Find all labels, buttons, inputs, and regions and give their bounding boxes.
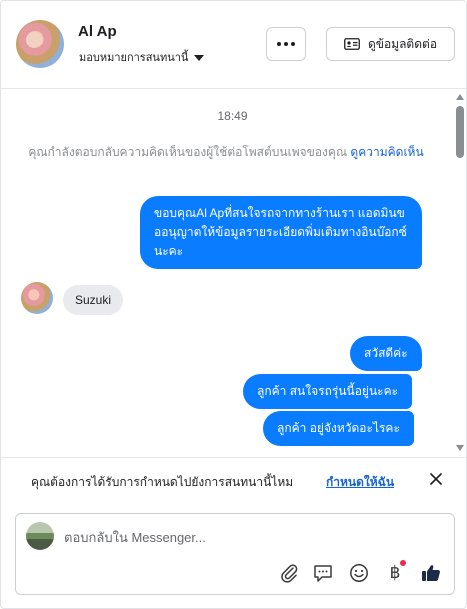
thumbs-up-icon (422, 565, 440, 581)
like-button[interactable] (420, 562, 442, 584)
view-comment-link[interactable]: ดูความคิดเห็น (350, 145, 423, 159)
message-thread[interactable]: 18:49 คุณกำลังตอบกลับความคิดเห็นของผู้ใช… (1, 90, 466, 457)
comment-reply-notice: คุณกำลังตอบกลับความคิดเห็นของผู้ใช้ต่อโพ… (21, 143, 431, 162)
messenger-panel: Al Ap มอบหมายการสนทนานี้ ดูข้อมูลติดต่อ … (0, 0, 467, 609)
chat-scrollbar[interactable] (455, 90, 465, 457)
outgoing-message: สวัสดีค่ะ (350, 336, 422, 371)
assignment-prompt-text: คุณต้องการได้รับการกำหนดไปยังการสนทนานี้… (31, 475, 294, 489)
emoji-button[interactable] (348, 562, 370, 584)
more-icon-dot (284, 42, 288, 46)
caret-down-icon (194, 54, 205, 61)
emoji-icon (350, 564, 368, 582)
outgoing-message: ขอบคุณAl Apที่สนใจรถจากทางร้านเรา แอดมิน… (140, 196, 422, 269)
saved-replies-button[interactable] (312, 562, 334, 584)
payment-button[interactable]: ฿ (384, 560, 406, 584)
more-icon (277, 42, 281, 46)
saved-reply-icon (314, 565, 332, 582)
assign-to-me-link[interactable]: กำหนดให้ฉัน (326, 473, 394, 492)
more-options-button[interactable] (266, 27, 306, 61)
view-contact-info-button[interactable]: ดูข้อมูลติดต่อ (326, 27, 455, 61)
conversation-header: Al Ap มอบหมายการสนทนานี้ ดูข้อมูลติดต่อ (1, 1, 466, 89)
scroll-up-arrow-icon[interactable] (456, 94, 464, 100)
id-card-icon (344, 38, 360, 50)
notice-text: คุณกำลังตอบกลับความคิดเห็นของผู้ใช้ต่อโพ… (28, 145, 351, 159)
assignment-prompt: คุณต้องการได้รับการกำหนดไปยังการสนทนานี้… (1, 457, 466, 501)
baht-icon: ฿ (389, 563, 401, 583)
message-composer: ฿ (15, 513, 455, 595)
scrollbar-thumb[interactable] (456, 106, 464, 158)
page-avatar (26, 522, 54, 550)
paperclip-icon (281, 564, 298, 583)
message-timestamp: 18:49 (217, 109, 248, 123)
contact-info-label: ดูข้อมูลติดต่อ (367, 36, 438, 51)
contact-avatar-small (21, 282, 53, 314)
notification-dot (400, 560, 406, 566)
attach-button[interactable] (278, 562, 300, 584)
contact-name[interactable]: Al Ap (78, 23, 117, 40)
assign-conversation-dropdown[interactable]: มอบหมายการสนทนานี้ (79, 48, 205, 66)
reply-input[interactable] (64, 527, 434, 547)
close-icon[interactable] (428, 471, 444, 487)
outgoing-message: ลูกค้า อยู่จังหวัดอะไรคะ (263, 411, 414, 446)
more-icon-dot (291, 42, 295, 46)
contact-avatar[interactable] (16, 20, 64, 68)
assign-label: มอบหมายการสนทนานี้ (79, 52, 189, 64)
outgoing-message: ลูกค้า สนใจรถรุ่นนี้อยู่นะคะ (243, 374, 413, 409)
scroll-down-arrow-icon[interactable] (456, 445, 464, 451)
incoming-message: Suzuki (63, 285, 124, 315)
